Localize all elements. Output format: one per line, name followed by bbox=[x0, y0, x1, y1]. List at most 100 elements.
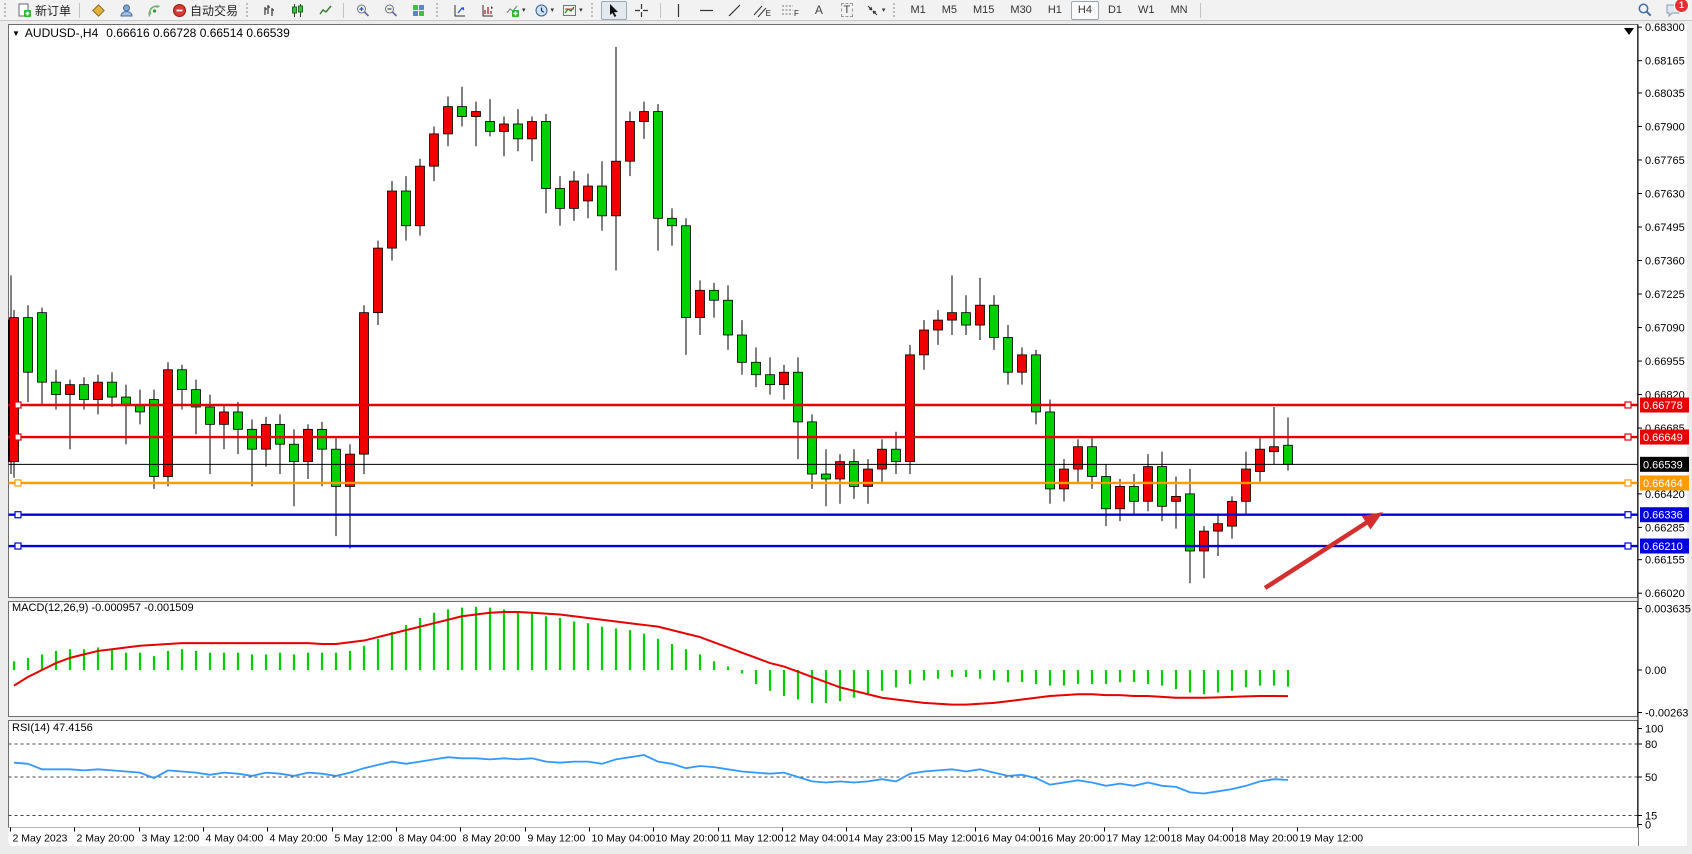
toolbar-grip[interactable] bbox=[436, 3, 441, 17]
toolbar-separator bbox=[660, 3, 661, 18]
time-tick-label: 5 May 12:00 bbox=[335, 833, 393, 845]
price-tick-label: 0.68165 bbox=[1645, 56, 1685, 68]
auto-trading-button[interactable]: 自动交易 bbox=[169, 1, 241, 20]
cursor-tool-button[interactable] bbox=[601, 1, 627, 20]
crosshair-icon bbox=[634, 3, 649, 18]
indicator-window-button[interactable] bbox=[446, 1, 472, 20]
time-tick-label: 16 May 04:00 bbox=[978, 833, 1042, 845]
collapse-arrow-icon[interactable]: ▼ bbox=[12, 29, 20, 38]
timeframe-button-w1[interactable]: W1 bbox=[1131, 1, 1162, 20]
toolbar-grip[interactable] bbox=[4, 3, 9, 17]
timeframe-button-m1[interactable]: M1 bbox=[903, 1, 932, 20]
rsi-indicator-label: RSI(14) 47.4156 bbox=[12, 722, 93, 734]
styler-button[interactable] bbox=[85, 1, 111, 20]
price-tick-label: 0.67360 bbox=[1645, 256, 1685, 268]
rsi-value: 47.4156 bbox=[53, 722, 93, 734]
toolbar-separator bbox=[343, 3, 344, 18]
time-tick-label: 10 May 20:00 bbox=[656, 833, 720, 845]
price-box-label: 0.66210 bbox=[1643, 541, 1683, 553]
toolbar-grip[interactable] bbox=[893, 3, 898, 17]
timeframe-button-m5[interactable]: M5 bbox=[935, 1, 964, 20]
price-tick-label: 0.66155 bbox=[1645, 555, 1685, 567]
main-panel bbox=[9, 25, 1638, 598]
toolbar-grip[interactable] bbox=[591, 3, 596, 17]
fibonacci-tool-button[interactable]: F bbox=[778, 1, 804, 20]
text-tool-button[interactable]: A bbox=[806, 1, 832, 20]
new-order-label: 新订单 bbox=[35, 2, 71, 19]
add-indicator-button[interactable]: ▾ bbox=[502, 1, 529, 20]
line-chart-button[interactable] bbox=[312, 1, 338, 20]
tile-windows-button[interactable] bbox=[405, 1, 431, 20]
hline-anchor bbox=[15, 434, 21, 440]
hline-anchor bbox=[1625, 480, 1631, 486]
time-tick-label: 18 May 20:00 bbox=[1235, 833, 1299, 845]
new-order-button[interactable]: 新订单 bbox=[14, 1, 74, 20]
hline-anchor bbox=[15, 512, 21, 518]
search-button[interactable] bbox=[1632, 1, 1658, 20]
profiles-button[interactable] bbox=[113, 1, 139, 20]
chart-canvas[interactable]: 0.683000.681650.680350.679000.677650.676… bbox=[0, 20, 1692, 854]
template-icon bbox=[562, 3, 577, 18]
styler-icon bbox=[91, 3, 106, 18]
indicator-list-icon bbox=[480, 3, 495, 18]
horizontal-line-tool-button[interactable] bbox=[694, 1, 720, 20]
macd-tick-label: 0.003635 bbox=[1645, 604, 1691, 616]
toolbar: 新订单 自动交易 bbox=[0, 0, 1692, 21]
channel-tool-button[interactable]: E bbox=[750, 1, 776, 20]
timeframe-button-mn[interactable]: MN bbox=[1164, 1, 1195, 20]
vertical-line-tool-button[interactable] bbox=[666, 1, 692, 20]
new-order-icon bbox=[17, 3, 32, 18]
label-tool-button[interactable]: T bbox=[834, 1, 860, 20]
timeframe-button-h4[interactable]: H4 bbox=[1071, 1, 1099, 20]
price-box-label: 0.66464 bbox=[1643, 478, 1683, 490]
text-tool-letter: A bbox=[815, 3, 823, 17]
hline-anchor bbox=[15, 543, 21, 549]
toolbar-grip[interactable] bbox=[246, 3, 251, 17]
crosshair-tool-button[interactable] bbox=[629, 1, 655, 20]
horizontal-line-icon bbox=[699, 3, 714, 18]
time-tick-label: 4 May 04:00 bbox=[206, 833, 264, 845]
zoom-in-button[interactable] bbox=[349, 1, 375, 20]
candle-chart-button[interactable] bbox=[284, 1, 310, 20]
period-button[interactable]: ▾ bbox=[531, 1, 558, 20]
arrows-tool-button[interactable]: ▾ bbox=[862, 1, 889, 20]
timeframe-button-d1[interactable]: D1 bbox=[1101, 1, 1129, 20]
clock-icon bbox=[534, 3, 549, 18]
price-tick-label: 0.66955 bbox=[1645, 356, 1685, 368]
hline-anchor bbox=[1625, 543, 1631, 549]
price-box-label: 0.66336 bbox=[1643, 510, 1683, 522]
search-icon bbox=[1637, 2, 1653, 18]
time-tick-label: 18 May 04:00 bbox=[1171, 833, 1235, 845]
bar-chart-button[interactable] bbox=[256, 1, 282, 20]
add-indicator-icon bbox=[505, 3, 520, 18]
dropdown-arrow: ▾ bbox=[882, 6, 886, 14]
signal-button[interactable] bbox=[141, 1, 167, 20]
timeframe-button-h1[interactable]: H1 bbox=[1041, 1, 1069, 20]
rsi-name: RSI(14) bbox=[12, 722, 50, 734]
chart-legend: ▼AUDUSD-,H40.66616 0.66728 0.66514 0.665… bbox=[12, 26, 290, 40]
price-tick-label: 0.68300 bbox=[1645, 22, 1685, 34]
fibo-letter: F bbox=[794, 9, 799, 18]
time-tick-label: 12 May 04:00 bbox=[785, 833, 849, 845]
timeframe-button-m15[interactable]: M15 bbox=[966, 1, 1001, 20]
line-chart-icon bbox=[318, 3, 333, 18]
time-tick-label: 8 May 04:00 bbox=[399, 833, 457, 845]
price-tick-label: 0.66285 bbox=[1645, 522, 1685, 534]
tile-windows-icon bbox=[411, 3, 426, 18]
rsi-tick-label: 80 bbox=[1645, 739, 1657, 751]
ohlc-values: 0.66616 0.66728 0.66514 0.66539 bbox=[106, 26, 290, 40]
rsi-tick-label: 50 bbox=[1645, 772, 1657, 784]
price-tick-label: 0.67090 bbox=[1645, 323, 1685, 335]
macd-tick-label: -0.00263 bbox=[1645, 708, 1688, 720]
time-tick-label: 2 May 20:00 bbox=[77, 833, 135, 845]
trendline-tool-button[interactable] bbox=[722, 1, 748, 20]
timeframe-button-m30[interactable]: M30 bbox=[1003, 1, 1038, 20]
time-tick-label: 17 May 12:00 bbox=[1107, 833, 1171, 845]
macd-values: -0.000957 -0.001509 bbox=[91, 602, 193, 614]
bar-chart-icon bbox=[262, 3, 277, 18]
template-button[interactable]: ▾ bbox=[559, 1, 586, 20]
toolbar-separator bbox=[1200, 3, 1201, 18]
notifications-button[interactable]: 1 bbox=[1660, 1, 1686, 20]
indicator-list-button[interactable] bbox=[474, 1, 500, 20]
zoom-out-button[interactable] bbox=[377, 1, 403, 20]
